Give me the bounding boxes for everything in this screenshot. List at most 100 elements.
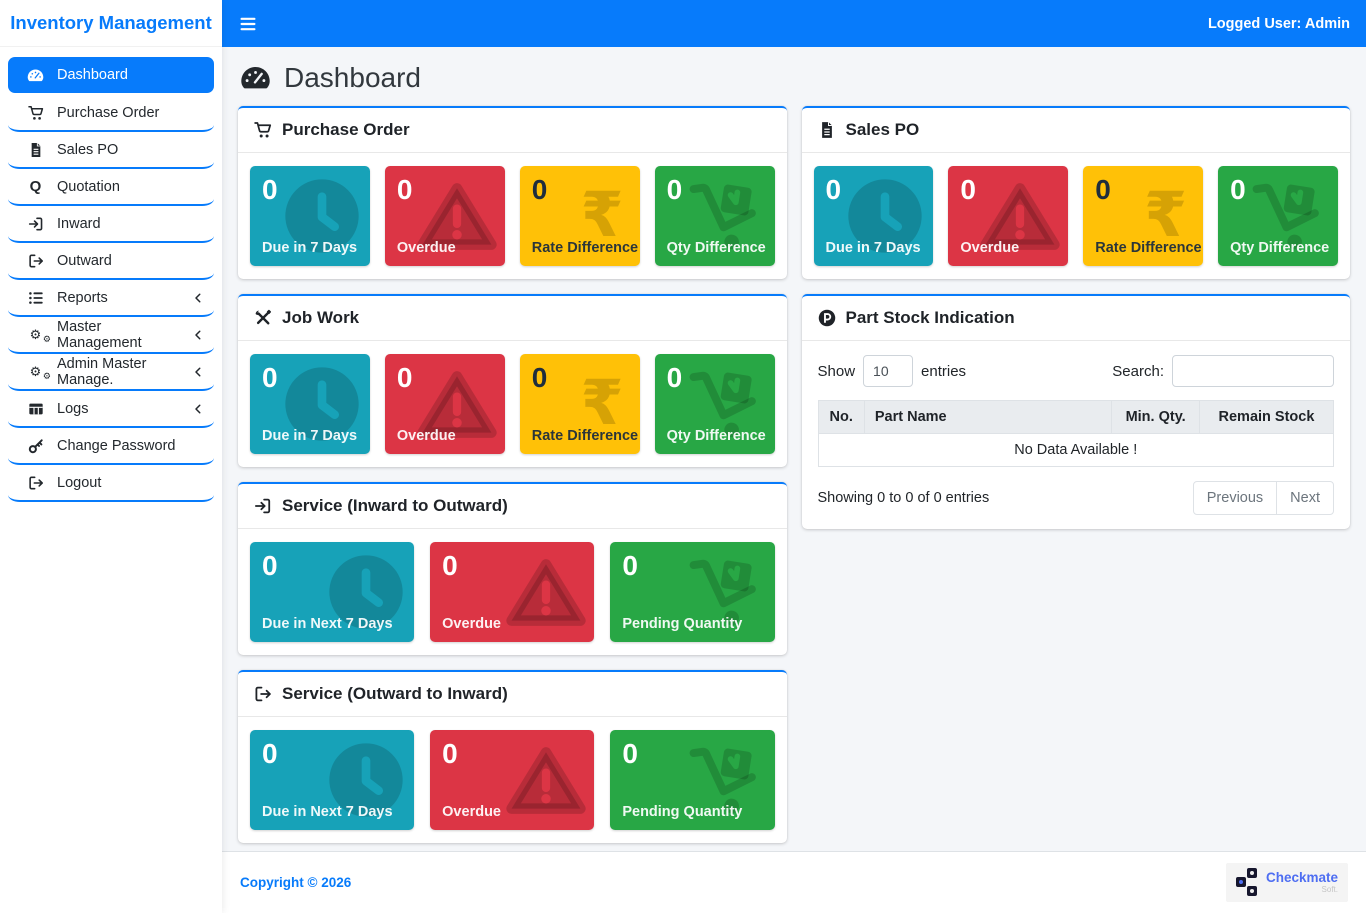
stat-value: 0	[385, 354, 505, 395]
stat-value: 0	[430, 730, 594, 771]
sidebar-item-logs[interactable]: Logs	[8, 391, 214, 428]
card-body: 0 Due in Next 7 Days 0 Overdue 0 Pending…	[238, 717, 787, 843]
stat-tile-rate-difference: 0 Rate Difference ₹	[1083, 166, 1203, 266]
card-header: Sales PO	[802, 108, 1351, 153]
sidebar-item-quotation[interactable]: Q Quotation	[8, 169, 214, 206]
key-icon	[25, 438, 46, 454]
chevron-left-icon	[192, 366, 204, 378]
card-header: Part Stock Indication	[802, 296, 1351, 341]
stat-value: 0	[655, 166, 775, 207]
stat-value: 0	[250, 730, 414, 771]
stat-tile-due-next-7-days: 0 Due in Next 7 Days	[250, 542, 414, 642]
stat-value: 0	[814, 166, 934, 207]
sidebar-item-label: Inward	[57, 216, 101, 232]
table-empty-row: No Data Available !	[818, 434, 1334, 467]
stat-tile-due-in-7-days: 0 Due in 7 Days	[250, 354, 370, 454]
stat-tile-overdue: 0 Overdue	[385, 166, 505, 266]
sidebar-nav: Dashboard Purchase Order Sales PO Q Quot…	[0, 47, 222, 502]
sidebar-item-label: Admin Master Manage.	[57, 356, 181, 388]
stat-label: Qty Difference	[1230, 240, 1329, 256]
checkmate-logo-text: Checkmate	[1266, 871, 1338, 885]
parking-p-icon	[818, 309, 836, 327]
hamburger-menu-icon[interactable]	[238, 14, 258, 34]
sidebar-item-label: Reports	[57, 290, 108, 306]
stat-value: 0	[250, 354, 370, 395]
table-icon	[25, 401, 46, 417]
page-footer: Copyright © 2026 Checkmate Soft.	[222, 851, 1366, 913]
entries-label: entries	[921, 363, 966, 380]
stat-tile-qty-difference: 0 Qty Difference	[655, 354, 775, 454]
sidebar-item-label: Master Management	[57, 319, 181, 351]
chevron-left-icon	[192, 329, 204, 341]
copyright-text: Copyright © 2026	[240, 875, 351, 890]
next-page-button[interactable]: Next	[1276, 481, 1334, 515]
stat-label: Overdue	[442, 616, 501, 632]
card-header: Service (Outward to Inward)	[238, 672, 787, 717]
search-input[interactable]	[1172, 355, 1334, 387]
card-title: Job Work	[282, 308, 359, 328]
checkmate-logo: Checkmate Soft.	[1226, 863, 1348, 902]
previous-page-button[interactable]: Previous	[1193, 481, 1277, 515]
tachometer-icon	[25, 67, 46, 84]
left-column: Purchase Order 0 Due in 7 Days 0 Overdue	[238, 106, 787, 843]
card-header: Job Work	[238, 296, 787, 341]
sidebar-item-change-password[interactable]: Change Password	[8, 428, 214, 465]
sidebar-item-label: Dashboard	[57, 67, 128, 83]
checkmate-logo-subtext: Soft.	[1266, 886, 1338, 894]
pagination: Previous Next	[1193, 481, 1334, 515]
stat-label: Overdue	[960, 240, 1019, 256]
brand-title: Inventory Management	[0, 0, 222, 47]
stat-tile-pending-quantity: 0 Pending Quantity	[610, 542, 774, 642]
stat-tile-qty-difference: 0 Qty Difference	[655, 166, 775, 266]
stat-label: Qty Difference	[667, 240, 766, 256]
sidebar-item-outward[interactable]: Outward	[8, 243, 214, 280]
file-icon	[818, 121, 836, 139]
stat-tile-overdue: 0 Overdue	[430, 542, 594, 642]
quotation-q-icon: Q	[25, 179, 46, 194]
column-header-part-name: Part Name	[864, 401, 1111, 434]
sidebar-item-purchase-order[interactable]: Purchase Order	[8, 95, 214, 132]
stat-value: 0	[610, 542, 774, 583]
sidebar-item-dashboard[interactable]: Dashboard	[8, 57, 214, 93]
stat-tile-qty-difference: 0 Qty Difference	[1218, 166, 1338, 266]
sidebar-item-reports[interactable]: Reports	[8, 280, 214, 317]
sidebar-item-admin-master-manage[interactable]: ⚙⚙ Admin Master Manage.	[8, 354, 214, 391]
stat-value: 0	[520, 354, 640, 395]
stat-value: 0	[250, 166, 370, 207]
stat-value: 0	[1218, 166, 1338, 207]
sales-po-card: Sales PO 0 Due in 7 Days 0 Overdue	[802, 106, 1351, 279]
sidebar-item-label: Change Password	[57, 438, 176, 454]
sidebar-item-label: Outward	[57, 253, 112, 269]
sidebar-item-logout[interactable]: Logout	[8, 465, 214, 502]
stat-label: Rate Difference	[532, 428, 638, 444]
file-icon	[25, 142, 46, 158]
stat-label: Qty Difference	[667, 428, 766, 444]
stat-label: Due in 7 Days	[262, 240, 357, 256]
stat-tile-rate-difference: 0 Rate Difference ₹	[520, 166, 640, 266]
sidebar-item-label: Quotation	[57, 179, 120, 195]
sidebar-item-label: Logout	[57, 475, 101, 491]
sidebar-item-sales-po[interactable]: Sales PO	[8, 132, 214, 169]
stat-value: 0	[1083, 166, 1203, 207]
app-window: Inventory Management Dashboard Purchase …	[0, 0, 1366, 913]
checkmate-logo-icon	[1236, 868, 1259, 897]
cart-icon	[254, 121, 272, 139]
table-footer: Showing 0 to 0 of 0 entries Previous Nex…	[818, 481, 1335, 515]
chevron-left-icon	[192, 292, 204, 304]
stat-label: Overdue	[442, 804, 501, 820]
sidebar-item-inward[interactable]: Inward	[8, 206, 214, 243]
entries-count-input[interactable]	[863, 355, 913, 387]
chevron-left-icon	[192, 403, 204, 415]
sidebar-item-label: Logs	[57, 401, 88, 417]
top-navbar: Logged User: Admin	[222, 0, 1366, 47]
table-controls: Show entries Search:	[818, 355, 1335, 387]
list-icon	[25, 290, 46, 306]
card-header: Service (Inward to Outward)	[238, 484, 787, 529]
stat-value: 0	[520, 166, 640, 207]
card-title: Service (Inward to Outward)	[282, 496, 508, 516]
purchase-order-card: Purchase Order 0 Due in 7 Days 0 Overdue	[238, 106, 787, 279]
stat-value: 0	[385, 166, 505, 207]
card-body: 0 Due in 7 Days 0 Overdue 0 Rate Differe…	[802, 153, 1351, 279]
sidebar-item-master-management[interactable]: ⚙⚙ Master Management	[8, 317, 214, 354]
stat-value: 0	[655, 354, 775, 395]
